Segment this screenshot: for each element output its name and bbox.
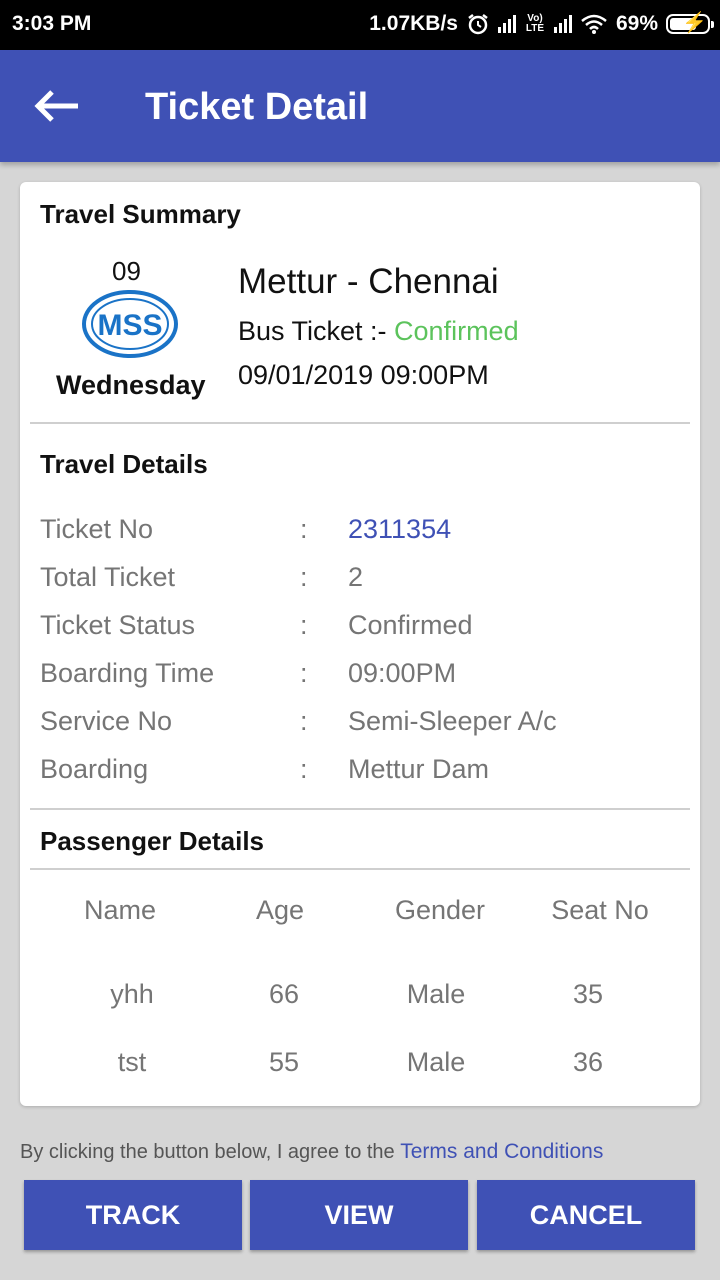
detail-label: Boarding Time [40, 658, 215, 688]
detail-value: Confirmed [348, 610, 473, 640]
app-bar: Ticket Detail [0, 50, 720, 162]
passenger-age: 55 [268, 1047, 300, 1077]
signal-icon-2 [553, 15, 572, 33]
ticket-card: Travel Summary 09 MSS Wednesday Mettur -… [20, 182, 700, 1106]
travel-summary-title: Travel Summary [40, 199, 241, 229]
detail-separator: : [300, 658, 308, 688]
detail-value: 2 [348, 562, 364, 592]
route-title: Mettur - Chennai [238, 262, 499, 301]
travel-datetime: 09/01/2019 09:00PM [238, 360, 489, 390]
view-button[interactable]: VIEW [250, 1180, 468, 1250]
divider [30, 422, 690, 424]
passenger-gender: Male [406, 1047, 466, 1077]
col-header-gender: Gender [394, 895, 486, 925]
divider [30, 808, 690, 810]
terms-prefix: By clicking the button below, I agree to… [20, 1141, 401, 1163]
col-header-age: Age [255, 895, 305, 925]
col-header-name: Name [83, 895, 157, 925]
operator-logo: MSS [82, 290, 178, 358]
detail-label: Ticket Status [40, 610, 196, 640]
passenger-details-title: Passenger Details [40, 826, 265, 856]
ticket-number[interactable]: 2311354 [348, 514, 451, 545]
alarm-icon [468, 14, 488, 35]
terms-text: By clicking the button below, I agree to… [20, 1140, 603, 1164]
passenger-age: 66 [268, 979, 300, 1009]
detail-row-ticket-no: Ticket No : 2311354 [40, 514, 680, 554]
passenger-gender: Male [406, 979, 466, 1009]
battery-icon: ⚡ [666, 13, 714, 34]
signal-icon [497, 15, 516, 33]
detail-value: Mettur Dam [348, 754, 490, 784]
track-button[interactable]: TRACK [24, 1180, 242, 1250]
detail-row-boarding-time: Boarding Time : 09:00PM [40, 658, 680, 698]
travel-weekday: Wednesday [56, 370, 206, 400]
status-bar: 3:03 PM 1.07KB/s Vo) LTE 69% ⚡ [0, 0, 720, 50]
detail-separator: : [300, 562, 308, 592]
passenger-seat: 36 [572, 1047, 604, 1077]
logo-text: MSS [97, 309, 162, 342]
page-title: Ticket Detail [145, 86, 369, 128]
detail-value: 09:00PM [348, 658, 457, 688]
ticket-label: Bus Ticket :- [238, 316, 395, 346]
detail-row-total-ticket: Total Ticket : 2 [40, 562, 680, 602]
volte-icon: Vo) LTE [525, 13, 545, 34]
detail-label: Service No [40, 706, 173, 736]
detail-row-ticket-status: Ticket Status : Confirmed [40, 610, 680, 650]
detail-separator: : [300, 706, 308, 736]
travel-details-title: Travel Details [40, 449, 208, 479]
detail-separator: : [300, 754, 308, 784]
detail-row-boarding: Boarding : Mettur Dam [40, 754, 680, 794]
cancel-button[interactable]: CANCEL [477, 1180, 695, 1250]
passenger-name: tst [117, 1047, 147, 1077]
passenger-name: yhh [110, 979, 154, 1009]
ticket-status-line: Bus Ticket :- Confirmed [238, 316, 519, 347]
arrow-left-icon[interactable] [28, 82, 84, 130]
detail-separator: : [300, 610, 308, 640]
divider [30, 868, 690, 870]
detail-label: Boarding [40, 754, 149, 784]
battery-percent: 69% [615, 12, 658, 35]
status-right: 1.07KB/s Vo) LTE 69% ⚡ [369, 12, 714, 36]
status-time: 3:03 PM [12, 12, 92, 35]
detail-value: Semi-Sleeper A/c [348, 706, 557, 736]
ticket-status-badge: Confirmed [394, 316, 519, 346]
wifi-icon [581, 14, 607, 34]
detail-label: Ticket No [40, 514, 154, 544]
detail-label: Total Ticket [40, 562, 176, 592]
col-header-seat: Seat No [551, 895, 649, 925]
detail-separator: : [300, 514, 308, 544]
detail-row-service-no: Service No : Semi-Sleeper A/c [40, 706, 680, 746]
travel-date-day: 09 [112, 256, 141, 286]
network-speed: 1.07KB/s [369, 12, 458, 35]
terms-link[interactable]: Terms and Conditions [400, 1140, 603, 1163]
passenger-seat: 35 [572, 979, 604, 1009]
